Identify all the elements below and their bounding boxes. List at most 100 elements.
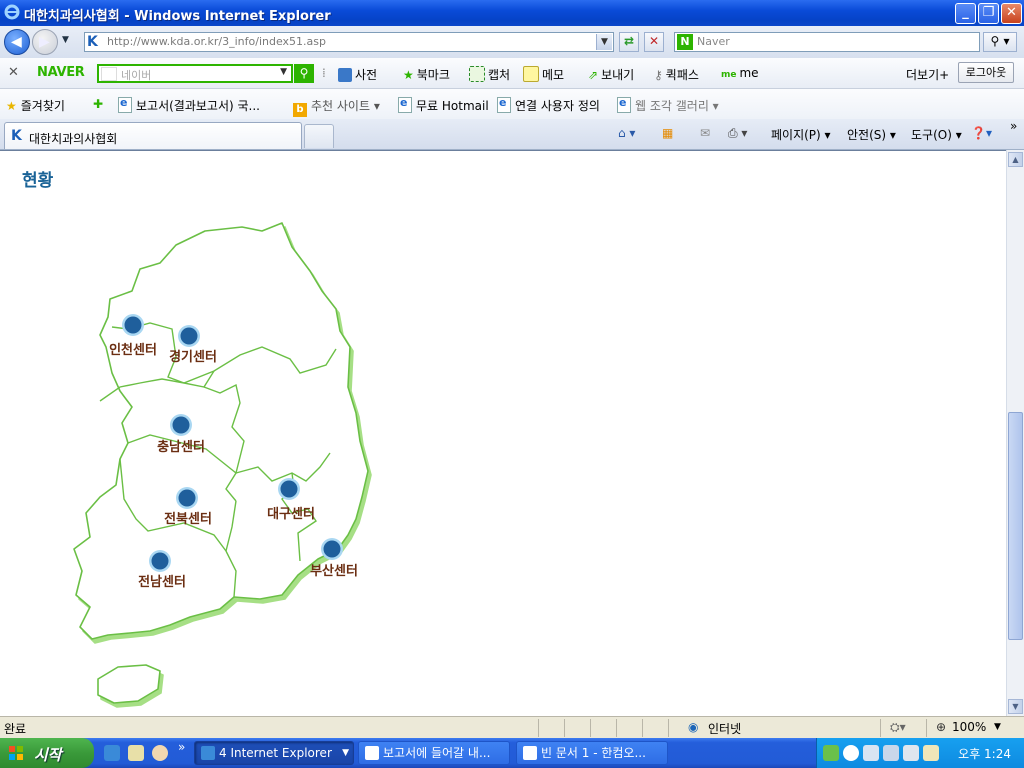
quicklaunch-ie-icon[interactable] [104, 745, 120, 761]
home-icon[interactable]: ⌂ ▾ [618, 126, 635, 140]
task-report-doc[interactable]: 보고서에 들어갈 내... [358, 741, 510, 765]
center-label[interactable]: 전북센터 [164, 511, 212, 527]
center-label[interactable]: 충남센터 [157, 439, 205, 455]
center-marker[interactable] [172, 416, 190, 434]
fav-item-label: 연결 사용자 정의 [515, 99, 600, 113]
quicklaunch-pen-icon[interactable] [128, 745, 144, 761]
tab-kda[interactable]: K 대한치과의사협회 [4, 122, 302, 149]
naver-search-input[interactable]: 네이버 ▼ [97, 64, 293, 83]
memo-icon [523, 66, 539, 82]
tab-title: 대한치과의사협회 [29, 132, 118, 146]
favorites-star-icon: ★ [6, 99, 17, 113]
send-button[interactable]: ⇗ 보내기 [588, 66, 634, 83]
quicklaunch-more-icon[interactable]: » [178, 740, 185, 754]
fav-item-hotmail[interactable]: 무료 Hotmail [398, 96, 489, 114]
dict-label: 사전 [355, 68, 378, 82]
close-button[interactable]: ✕ [1001, 3, 1022, 24]
back-button[interactable]: ◀ [4, 29, 30, 55]
fav-item-report[interactable]: 보고서(결과보고서) 국... [118, 96, 260, 114]
scroll-up-button[interactable]: ▲ [1008, 152, 1023, 167]
close-toolbar-icon[interactable]: ✕ [8, 65, 19, 80]
zoom-level[interactable]: 100% [952, 720, 986, 734]
center-label[interactable]: 경기센터 [169, 349, 217, 365]
naver-logo[interactable]: NAVER [37, 65, 85, 80]
rss-icon[interactable]: ▦ [662, 126, 673, 140]
tray-expand-icon[interactable] [843, 745, 859, 761]
minimize-button[interactable]: _ [955, 3, 976, 24]
fav-item-web-slice[interactable]: 웹 조각 갤러리 ▾ [617, 96, 719, 114]
scroll-thumb[interactable] [1008, 412, 1023, 640]
quickpass-label: 퀵패스 [665, 68, 699, 82]
add-favorite-icon[interactable]: ✚ [93, 97, 103, 111]
tray-keyboard-icon[interactable] [863, 745, 879, 761]
task-internet-explorer[interactable]: 4 Internet Explorer ▼ [194, 741, 354, 765]
page-content: 현황 인천센터 경기센터 충남센터 전북센터 대구센터 전남센터 부산센터 [0, 150, 1006, 717]
page-menu[interactable]: 페이지(P) ▾ [771, 126, 831, 143]
quickpass-button[interactable]: ⚷ 퀵패스 [654, 66, 699, 83]
forward-arrow-icon: ▶ [39, 34, 50, 50]
safety-menu[interactable]: 안전(S) ▾ [847, 126, 896, 143]
quicklaunch-messenger-icon[interactable] [152, 745, 168, 761]
logout-button[interactable]: 로그아웃 [958, 62, 1014, 83]
task-blank-doc[interactable]: 빈 문서 1 - 한컴오... [516, 741, 668, 765]
task-label: 보고서에 들어갈 내... [383, 746, 491, 760]
tray-app-icon[interactable] [923, 745, 939, 761]
tools-menu[interactable]: 도구(O) ▾ [911, 126, 962, 143]
scroll-down-button[interactable]: ▼ [1008, 699, 1023, 714]
zoom-icon[interactable]: ⊕ [936, 720, 946, 734]
memo-button[interactable]: 메모 [523, 66, 564, 83]
naver-search-button[interactable]: ⚲ [294, 64, 314, 83]
me-label: me [739, 66, 759, 80]
forward-button[interactable]: ▶ [32, 29, 58, 55]
center-label[interactable]: 인천센터 [109, 342, 157, 358]
center-marker[interactable] [180, 327, 198, 345]
new-tab-button[interactable] [304, 124, 334, 148]
center-label[interactable]: 부산센터 [310, 563, 358, 579]
naver-search-placeholder: 네이버 [121, 69, 152, 82]
taskbar: 시작 » 4 Internet Explorer ▼ 보고서에 들어갈 내... … [0, 738, 1024, 768]
vertical-scrollbar[interactable]: ▲ ▼ [1006, 150, 1024, 716]
protected-mode-icon[interactable]: ⛭▾ [890, 720, 906, 735]
help-icon[interactable]: ❓▾ [971, 126, 992, 140]
maximize-button[interactable]: ❐ [978, 3, 999, 24]
search-go-button[interactable]: ⚲ ▾ [983, 32, 1017, 52]
tray-shield-icon[interactable] [823, 745, 839, 761]
center-marker[interactable] [280, 480, 298, 498]
search-field[interactable]: N Naver [674, 32, 980, 52]
title-bar[interactable]: 대한치과의사협회 - Windows Internet Explorer _ ❐… [0, 0, 1024, 26]
center-marker[interactable] [323, 540, 341, 558]
capture-button[interactable]: 캡처 [469, 66, 510, 83]
key-icon: ⚷ [654, 68, 663, 82]
more-commands-icon[interactable]: » [1010, 119, 1017, 133]
more-button[interactable]: 더보기+ [906, 66, 949, 83]
fav-item-custom-links[interactable]: 연결 사용자 정의 [497, 96, 600, 114]
tray-network-icon[interactable] [883, 745, 899, 761]
me-button[interactable]: me me [721, 66, 759, 80]
tray-volume-icon[interactable] [903, 745, 919, 761]
fav-item-suggested[interactable]: b 추천 사이트 ▾ [293, 97, 380, 117]
center-marker[interactable] [151, 552, 169, 570]
center-marker[interactable] [178, 489, 196, 507]
dict-button[interactable]: 사전 [338, 66, 377, 83]
center-label[interactable]: 대구센터 [267, 506, 315, 522]
start-label: 시작 [34, 746, 62, 764]
chevron-down-icon[interactable]: ▼ [280, 67, 287, 77]
fav-item-label: 웹 조각 갤러리 ▾ [635, 99, 719, 113]
mail-icon[interactable]: ✉ [700, 126, 710, 140]
dictionary-icon [338, 68, 352, 82]
bookmark-button[interactable]: ★ 북마크 [403, 66, 450, 83]
stop-button[interactable]: ✕ [644, 32, 664, 52]
refresh-button[interactable]: ⇄ [619, 32, 639, 52]
zoom-dropdown-icon[interactable]: ▼ [994, 722, 1001, 732]
capture-icon [469, 66, 485, 82]
favorites-button[interactable]: ★ 즐겨찾기 [6, 97, 65, 114]
print-icon[interactable]: ⎙ ▾ [728, 126, 747, 141]
center-label[interactable]: 전남센터 [138, 574, 186, 590]
history-dropdown-icon[interactable]: ▼ [62, 35, 69, 45]
start-button[interactable]: 시작 [0, 738, 94, 768]
capture-label: 캡처 [488, 68, 511, 82]
favorites-label: 즐겨찾기 [20, 99, 65, 113]
center-marker[interactable] [124, 316, 142, 334]
address-field[interactable]: K http://www.kda.or.kr/3_info/index51.as… [84, 32, 614, 52]
address-dropdown-icon[interactable]: ▼ [596, 34, 612, 50]
